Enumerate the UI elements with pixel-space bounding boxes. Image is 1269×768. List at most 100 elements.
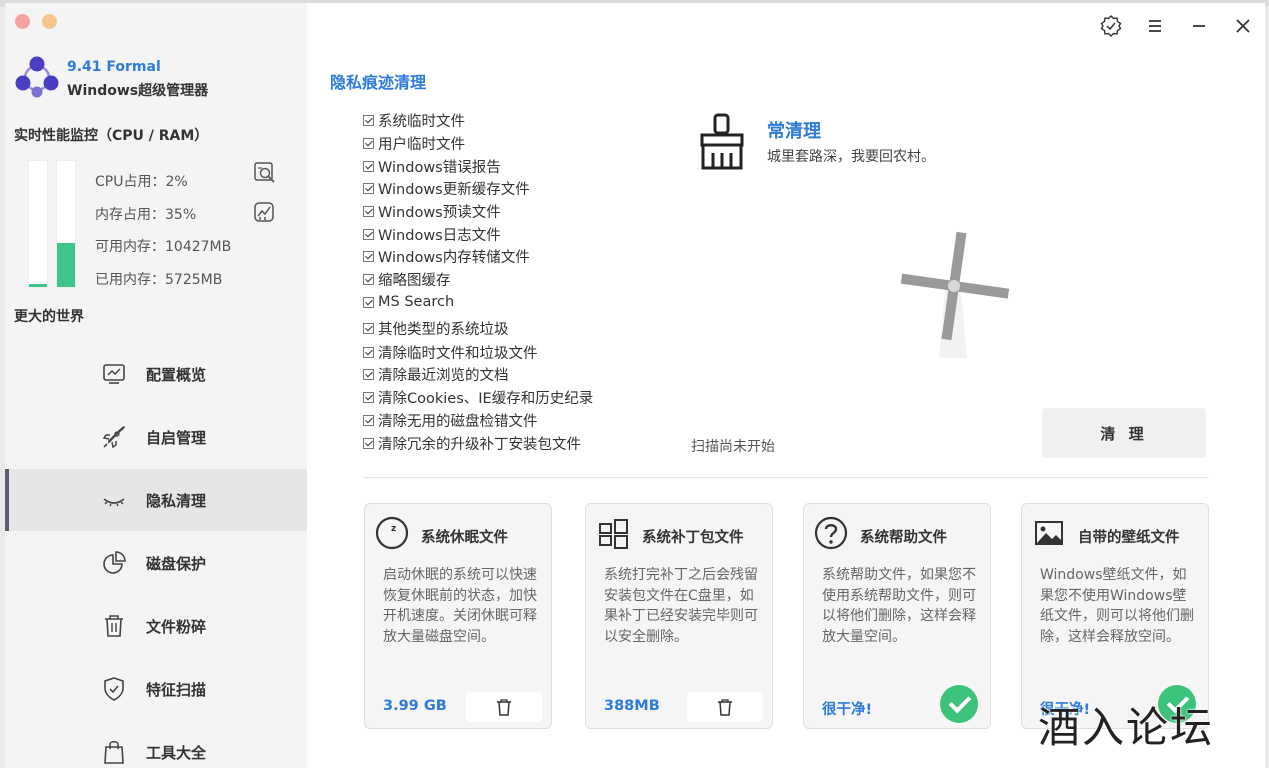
- checklist-item[interactable]: MS Search: [363, 292, 454, 312]
- checkbox[interactable]: [363, 414, 374, 426]
- settings-badge-icon[interactable]: [1100, 15, 1122, 37]
- checklist-item[interactable]: Windows错误报告: [363, 156, 501, 176]
- image-icon: [1035, 521, 1063, 545]
- nav-item-startup[interactable]: 自启管理: [5, 406, 307, 468]
- nav-item-label: 自启管理: [146, 428, 207, 447]
- card-help: 系统帮助文件 系统帮助文件，如果您不使用系统帮助文件，则可以将他们删除，这样会释…: [803, 503, 991, 729]
- rocket-icon: [102, 426, 125, 449]
- windmill-icon: [900, 231, 1010, 358]
- close-icon[interactable]: [1232, 15, 1254, 37]
- card-size: 3.99 GB: [383, 698, 447, 714]
- nav-item-label: 隐私清理: [146, 491, 207, 510]
- trash-icon: [105, 615, 123, 637]
- checklist-item-label: 系统临时文件: [378, 113, 465, 130]
- checkbox[interactable]: [363, 182, 374, 194]
- nav-item-label: 文件粉碎: [146, 617, 207, 636]
- scan-status: 扫描尚未开始: [691, 439, 775, 455]
- cpu-search-icon[interactable]: [253, 161, 277, 185]
- close-dot-button[interactable]: [15, 14, 30, 29]
- minimize-icon[interactable]: [1188, 15, 1210, 37]
- minimize-dot-button[interactable]: [42, 14, 57, 29]
- nav-item-tools[interactable]: 工具大全: [5, 721, 307, 768]
- delete-button[interactable]: [687, 692, 763, 722]
- checklist-item-label: 用户临时文件: [378, 136, 465, 153]
- checkbox[interactable]: [363, 437, 374, 449]
- checkbox[interactable]: [363, 296, 374, 308]
- checklist-item[interactable]: Windows更新缓存文件: [363, 178, 530, 198]
- nav-item-disk[interactable]: 磁盘保护: [5, 532, 307, 594]
- bag-icon: [104, 741, 124, 764]
- cpu-gauge: [28, 160, 48, 288]
- nav-item-overview[interactable]: 配置概览: [5, 343, 307, 405]
- clean-check-icon: [940, 685, 978, 723]
- checklist-item[interactable]: 清除Cookies、IE缓存和历史纪录: [363, 387, 593, 407]
- clean-button[interactable]: 清 理: [1042, 408, 1206, 458]
- checkbox[interactable]: [363, 273, 374, 285]
- monitor-title: 实时性能监控（CPU / RAM）: [14, 128, 209, 144]
- checklist-item[interactable]: 清除冗余的升级补丁安装包文件: [363, 433, 581, 453]
- nav-item-label: 工具大全: [146, 743, 207, 762]
- checklist-item-label: Windows更新缓存文件: [378, 181, 530, 198]
- divider: [363, 477, 1209, 478]
- checkbox[interactable]: [363, 346, 374, 358]
- clean-subtitle: 城里套路深，我要回农村。: [767, 149, 935, 165]
- sidebar: 9.41 Formal Windows超级管理器 实时性能监控（CPU / RA…: [5, 3, 307, 768]
- nav-item-label: 配置概览: [146, 365, 207, 384]
- nav-item-scan[interactable]: 特征扫描: [5, 658, 307, 720]
- world-title: 更大的世界: [14, 309, 84, 325]
- checkbox[interactable]: [363, 250, 374, 262]
- checklist-item[interactable]: Windows内存转储文件: [363, 246, 530, 266]
- checkbox[interactable]: [363, 391, 374, 403]
- delete-button[interactable]: [466, 692, 542, 722]
- memory-chart-icon[interactable]: [253, 201, 277, 225]
- trash-icon: [497, 699, 511, 716]
- card-status: 很干净!: [822, 702, 873, 718]
- broom-icon: [700, 113, 744, 170]
- checkbox[interactable]: [363, 114, 374, 126]
- checkbox[interactable]: [363, 137, 374, 149]
- card-hibernation: z 系统休眠文件 启动休眠的系统可以快速恢复休眠前的状态，加快开机速度。关闭休眠…: [364, 503, 552, 729]
- checklist-item-label: MS Search: [378, 294, 455, 310]
- sleep-icon: z: [375, 516, 409, 550]
- pie-chart-icon: [103, 551, 126, 574]
- nav-item-privacy[interactable]: 隐私清理: [5, 469, 307, 531]
- memory-gauge: [56, 160, 76, 288]
- cpu-usage-text: CPU占用：2%: [95, 174, 188, 190]
- memory-gauge-fill: [57, 242, 75, 287]
- memory-usage-text: 内存占用：35%: [95, 207, 197, 223]
- clean-title: 常清理: [767, 121, 821, 142]
- checklist-item-label: Windows预读文件: [378, 204, 501, 221]
- checklist-item[interactable]: Windows预读文件: [363, 201, 501, 221]
- checklist-item-label: 清除无用的磁盘检错文件: [378, 413, 538, 430]
- checklist-item-label: 其他类型的系统垃圾: [378, 321, 509, 338]
- app-logo-icon: [15, 56, 59, 98]
- card-description: 系统打完补丁之后会残留安装包文件在C盘里，如果补丁已经安装完毕则可以安全删除。: [604, 567, 758, 645]
- card-title: 系统休眠文件: [421, 530, 508, 546]
- checkbox[interactable]: [363, 228, 374, 240]
- checklist-item[interactable]: 其他类型的系统垃圾: [363, 318, 509, 338]
- window-controls: [15, 14, 57, 29]
- nav-item-label: 特征扫描: [146, 680, 207, 699]
- card-title: 系统帮助文件: [860, 530, 947, 546]
- checklist-item-label: Windows错误报告: [378, 159, 501, 176]
- checkbox[interactable]: [363, 368, 374, 380]
- card-title: 系统补丁包文件: [642, 530, 744, 546]
- checklist-item[interactable]: 系统临时文件: [363, 110, 465, 130]
- nav-item-shredder[interactable]: 文件粉碎: [5, 595, 307, 657]
- app-version: 9.41 Formal: [67, 59, 161, 75]
- checklist-item[interactable]: Windows日志文件: [363, 224, 501, 244]
- checklist-item-label: 清除Cookies、IE缓存和历史纪录: [378, 390, 594, 407]
- checkbox[interactable]: [363, 160, 374, 172]
- checklist-item[interactable]: 用户临时文件: [363, 133, 465, 153]
- card-size: 388MB: [604, 698, 660, 714]
- card-description: 系统帮助文件，如果您不使用系统帮助文件，则可以将他们删除，这样会释放大量空间。: [822, 567, 976, 645]
- checklist-item[interactable]: 清除临时文件和垃圾文件: [363, 342, 538, 362]
- checklist-item[interactable]: 清除最近浏览的文档: [363, 364, 509, 384]
- checklist-item[interactable]: 缩略图缓存: [363, 269, 451, 289]
- checkbox[interactable]: [363, 322, 374, 334]
- monitor-chart-icon: [103, 364, 125, 384]
- checklist-item-label: 缩略图缓存: [378, 272, 451, 289]
- checkbox[interactable]: [363, 205, 374, 217]
- menu-icon[interactable]: [1144, 15, 1166, 37]
- checklist-item[interactable]: 清除无用的磁盘检错文件: [363, 410, 538, 430]
